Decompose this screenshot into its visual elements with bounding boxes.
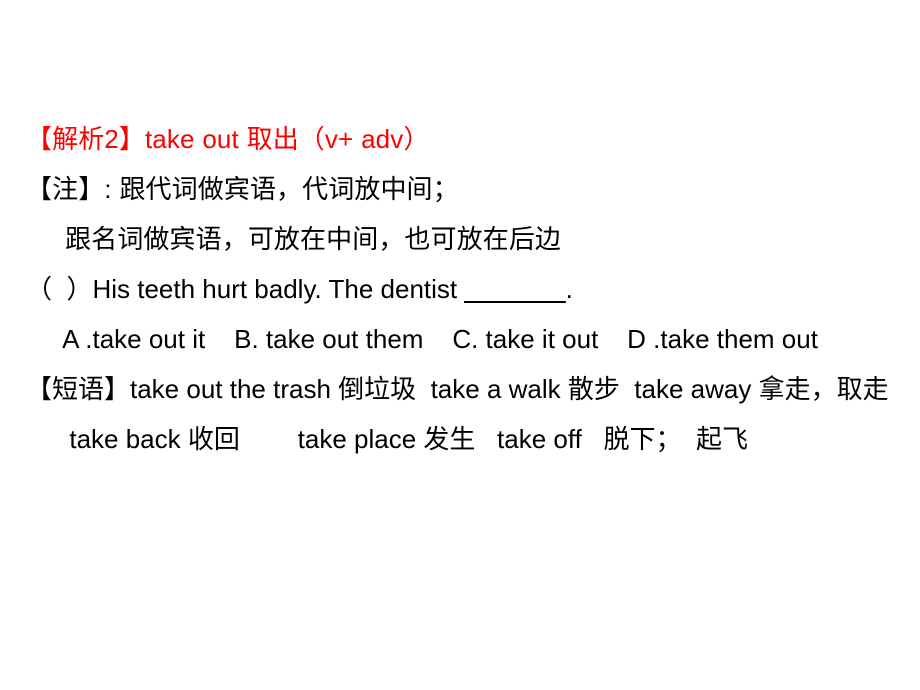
question-stem: （ ）His teeth hurt badly. The dentist xyxy=(26,274,465,304)
slide-body: 【解析2】take out 取出（v+ adv） 【注】: 跟代词做宾语，代词放… xyxy=(26,114,898,464)
question-line: （ ）His teeth hurt badly. The dentist ___… xyxy=(26,264,898,314)
options-line: A .take out it B. take out them C. take … xyxy=(26,324,818,354)
phrases-line-2: take back 收回 take place 发生 take off 脱下； … xyxy=(26,424,748,454)
note-line-1: 【注】: 跟代词做宾语，代词放中间； xyxy=(26,174,459,204)
answer-blank: _______ xyxy=(464,274,566,304)
heading-analysis-2: 【解析2】take out 取出（v+ adv） xyxy=(26,124,430,154)
question-period: . xyxy=(565,274,573,304)
slide-canvas: 【解析2】take out 取出（v+ adv） 【注】: 跟代词做宾语，代词放… xyxy=(0,0,920,690)
note-line-2: 跟名词做宾语，可放在中间，也可放在后边 xyxy=(26,224,562,254)
phrases-line-1: 【短语】take out the trash 倒垃圾 take a walk 散… xyxy=(26,374,889,404)
